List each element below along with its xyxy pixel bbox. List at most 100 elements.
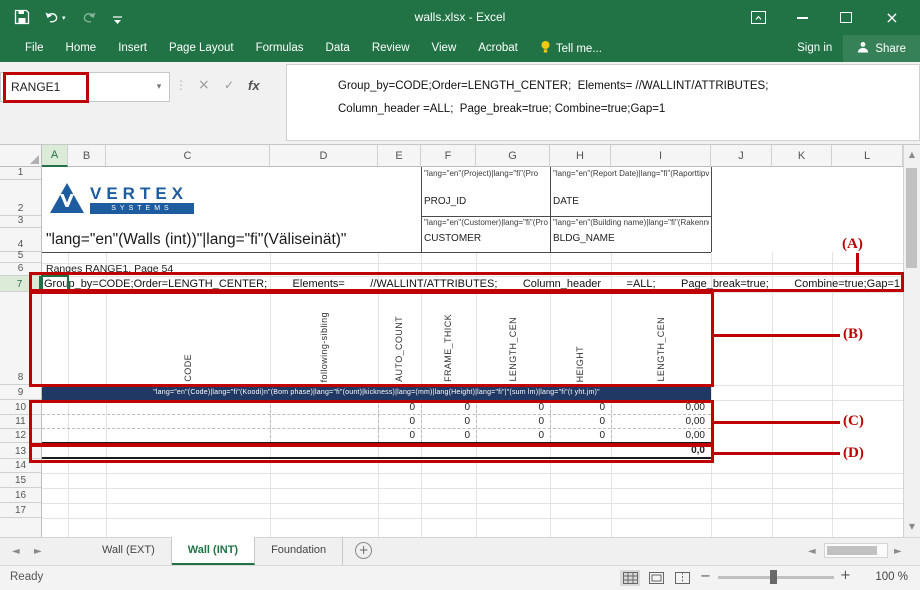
tab-insert[interactable]: Insert	[107, 35, 158, 62]
zoom-in-icon[interactable]: +	[840, 568, 851, 583]
add-sheet-button[interactable]: +	[355, 542, 372, 559]
column-header-b[interactable]: B	[68, 145, 106, 167]
cell-lang-project[interactable]: "lang="en"(Project)|lang="fi"(Pro	[424, 169, 548, 178]
row-header-13[interactable]: 13	[0, 443, 41, 459]
tell-me-box[interactable]: Tell me...	[529, 40, 613, 57]
row-header-8[interactable]: 8	[0, 292, 41, 385]
cell-r11-length-cen[interactable]: 0	[476, 415, 548, 429]
cell-r12-length-cen[interactable]: 0	[476, 429, 548, 443]
tab-scroll-right-icon[interactable]: ►	[34, 546, 42, 557]
column-header-l[interactable]: L	[832, 145, 903, 167]
cell-lang-building[interactable]: "lang="en"(Building name)|lang="fi"(Rake…	[553, 218, 709, 227]
vertical-scrollbar-thumb[interactable]	[906, 168, 917, 268]
tab-acrobat[interactable]: Acrobat	[467, 35, 529, 62]
enter-icon[interactable]: ✓	[224, 78, 234, 92]
tab-scroll-left-icon[interactable]: ◄	[12, 546, 20, 557]
cell-r10-frame-thick[interactable]: 0	[421, 400, 474, 415]
zoom-level-label[interactable]: 100 %	[858, 571, 908, 583]
row-header-10[interactable]: 10	[0, 400, 41, 415]
cell-lang-report-date[interactable]: "lang="en"(Report Date)|lang="fi"(Raport…	[553, 169, 709, 178]
tab-home[interactable]: Home	[55, 35, 108, 62]
tab-formulas[interactable]: Formulas	[245, 35, 315, 62]
view-page-layout-icon[interactable]	[646, 570, 666, 586]
row-header-7[interactable]: 7	[0, 276, 41, 292]
ribbon-display-options-icon[interactable]	[742, 7, 774, 28]
view-normal-icon[interactable]	[620, 570, 640, 586]
row-header-16[interactable]: 16	[0, 488, 41, 503]
scroll-down-icon[interactable]: ▼	[904, 522, 920, 531]
cell-customer[interactable]: CUSTOMER	[424, 233, 481, 244]
hscroll-left-icon[interactable]: ◄	[808, 546, 816, 557]
maximize-button[interactable]	[830, 7, 862, 28]
row-header-11[interactable]: 11	[0, 415, 41, 429]
cell-rotated-header-height[interactable]: HEIGHT	[575, 346, 585, 382]
cell-group-definition[interactable]: Group_by=CODE;Order=LENGTH_CENTER; Eleme…	[44, 277, 900, 293]
tab-page-layout[interactable]: Page Layout	[158, 35, 245, 62]
cell-r12-auto-count[interactable]: 0	[378, 429, 419, 443]
cell-r11-height[interactable]: 0	[550, 415, 609, 429]
cell-date[interactable]: DATE	[553, 196, 579, 207]
column-header-j[interactable]: J	[711, 145, 772, 167]
row-header-9[interactable]: 9	[0, 385, 41, 400]
sign-in-button[interactable]: Sign in	[786, 35, 843, 62]
cell-rotated-header-frame-thick[interactable]: FRAME_THICK	[443, 314, 453, 382]
cell-r12-height[interactable]: 0	[550, 429, 609, 443]
name-box[interactable]: RANGE1	[0, 72, 170, 102]
cell-r10-length-cen[interactable]: 0	[476, 400, 548, 415]
name-box-dropdown-icon[interactable]: ▾	[150, 72, 168, 102]
column-header-i[interactable]: I	[611, 145, 711, 167]
view-page-break-icon[interactable]	[672, 570, 692, 586]
cell-r10-length-sum[interactable]: 0,00	[611, 400, 709, 415]
row-header-3[interactable]: 3	[0, 216, 41, 228]
column-header-e[interactable]: E	[378, 145, 421, 167]
cell-total-length-sum[interactable]: 0,0	[611, 444, 709, 458]
cell-rotated-header-following-sibling[interactable]: following-sibling	[319, 312, 329, 382]
cell-sheet-title[interactable]: "lang="en"(Walls (int))"|lang="fi"(Välis…	[46, 231, 346, 249]
close-button[interactable]: ×	[876, 7, 908, 28]
sheet-tab-foundation[interactable]: Foundation	[255, 537, 343, 565]
cell-rotated-header-auto-count[interactable]: AUTO_COUNT	[394, 316, 404, 382]
hscroll-right-icon[interactable]: ►	[894, 546, 902, 557]
cell-r11-length-sum[interactable]: 0,00	[611, 415, 709, 429]
cell-rotated-header-code[interactable]: CODE	[183, 354, 193, 382]
cell-r11-frame-thick[interactable]: 0	[421, 415, 474, 429]
tab-view[interactable]: View	[421, 35, 468, 62]
minimize-button[interactable]	[786, 7, 818, 28]
cell-r12-length-sum[interactable]: 0,00	[611, 429, 709, 443]
cell-lang-customer[interactable]: "lang="en"(Customer)|lang="fi"(Pro	[424, 218, 548, 227]
row-header-12[interactable]: 12	[0, 429, 41, 443]
cell-rotated-header-length-cen-2[interactable]: LENGTH_CEN	[656, 317, 666, 382]
column-header-f[interactable]: F	[421, 145, 476, 167]
cell-r11-auto-count[interactable]: 0	[378, 415, 419, 429]
row-header-6[interactable]: 6	[0, 263, 41, 276]
cell-r10-auto-count[interactable]: 0	[378, 400, 419, 415]
sheet-tab-wall-ext[interactable]: Wall (EXT)	[86, 537, 172, 565]
cancel-icon[interactable]: ×	[198, 77, 210, 93]
horizontal-scrollbar-thumb[interactable]	[827, 546, 877, 555]
column-header-k[interactable]: K	[772, 145, 832, 167]
row-header-1[interactable]: 1	[0, 167, 41, 180]
zoom-slider-thumb[interactable]	[770, 570, 777, 584]
column-header-g[interactable]: G	[476, 145, 550, 167]
row-header-4[interactable]: 4	[0, 228, 41, 252]
row-header-17[interactable]: 17	[0, 503, 41, 518]
cell-r12-frame-thick[interactable]: 0	[421, 429, 474, 443]
cell-ranges[interactable]: Ranges RANGE1, Page 54	[46, 263, 173, 275]
share-button[interactable]: Share	[843, 35, 920, 62]
cell-bldg-name[interactable]: BLDG_NAME	[553, 233, 615, 244]
row-header-5[interactable]: 5	[0, 252, 41, 263]
cell-proj-id[interactable]: PROJ_ID	[424, 196, 466, 207]
tab-file[interactable]: File	[14, 35, 55, 62]
tab-review[interactable]: Review	[361, 35, 421, 62]
cell-r10-height[interactable]: 0	[550, 400, 609, 415]
insert-function-icon[interactable]: fx	[248, 78, 260, 93]
column-header-d[interactable]: D	[270, 145, 378, 167]
scroll-up-icon[interactable]: ▲	[904, 150, 920, 159]
cell-rotated-header-length-cen[interactable]: LENGTH_CEN	[508, 317, 518, 382]
select-all-corner[interactable]	[0, 145, 42, 167]
column-header-a[interactable]: A	[42, 145, 68, 167]
zoom-out-icon[interactable]: −	[700, 569, 711, 584]
row-header-2[interactable]: 2	[0, 180, 41, 216]
tab-data[interactable]: Data	[315, 35, 361, 62]
column-header-h[interactable]: H	[550, 145, 611, 167]
